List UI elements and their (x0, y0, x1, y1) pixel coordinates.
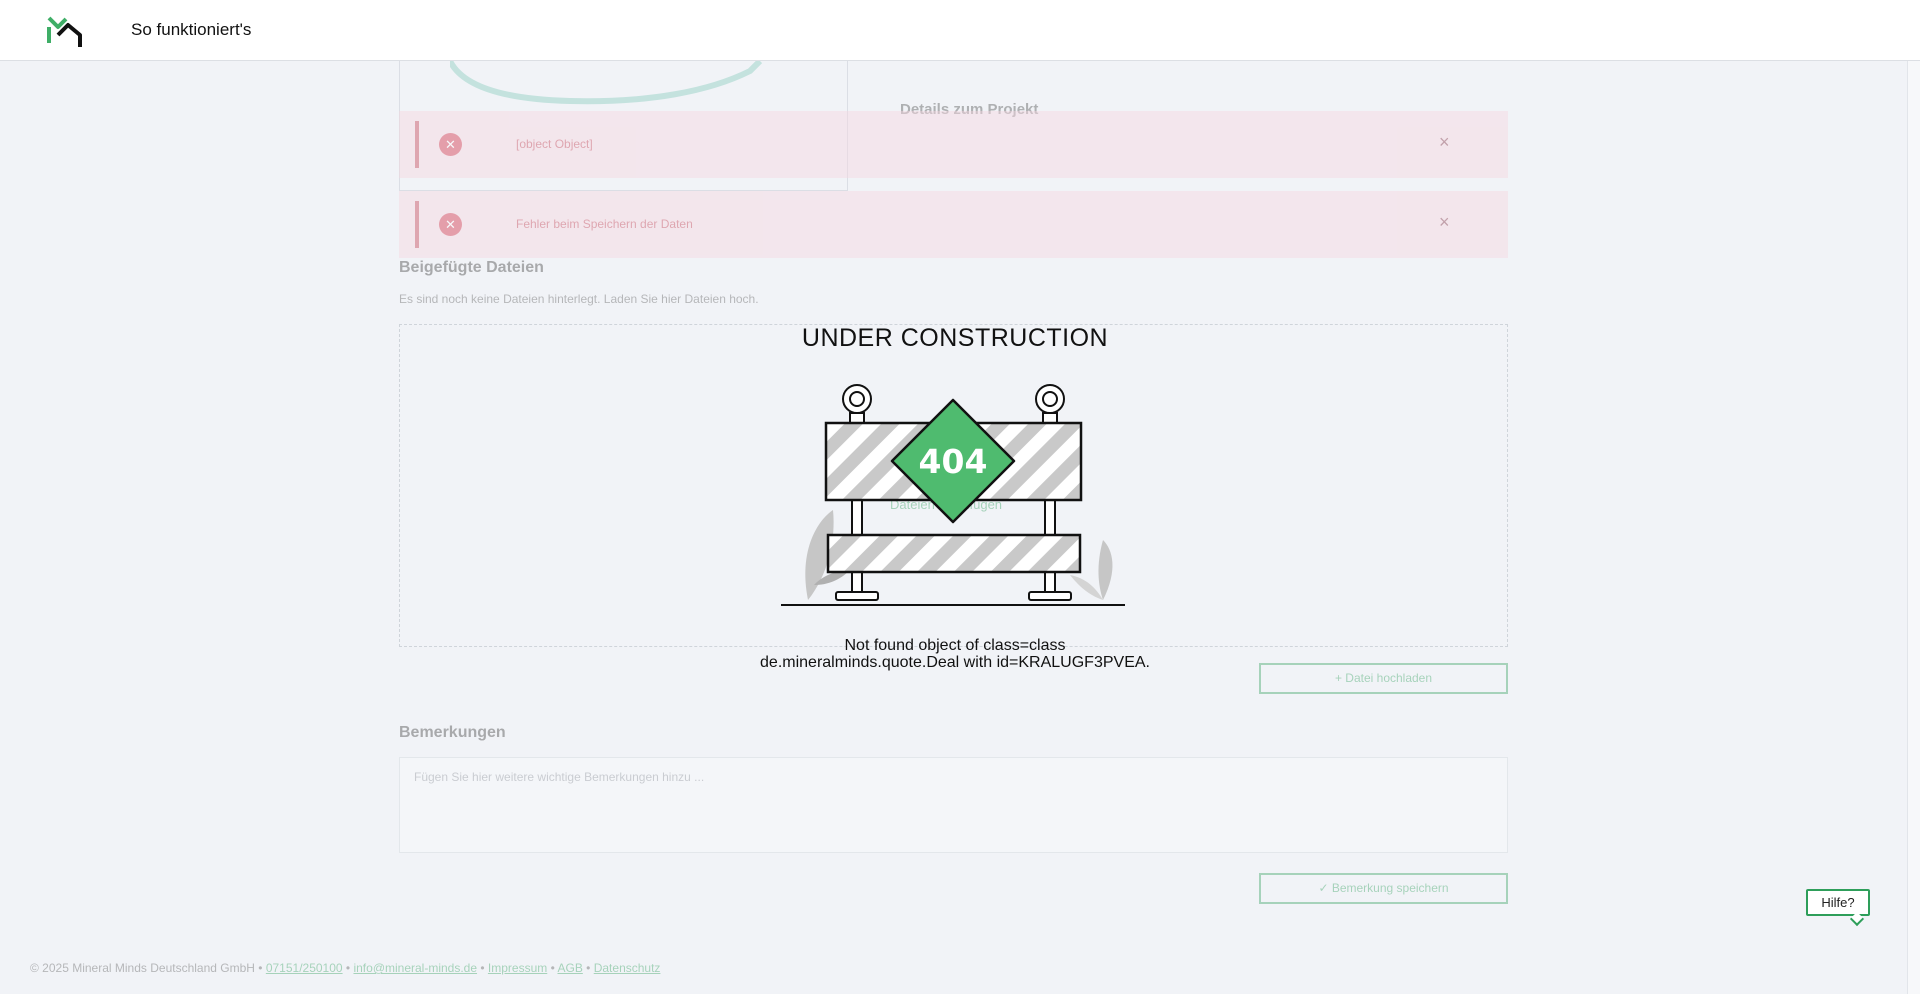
footer-agb-link[interactable]: AGB (557, 961, 582, 975)
footer: © 2025 Mineral Minds Deutschland GmbH • … (30, 961, 660, 975)
error-icon: ✕ (439, 213, 462, 236)
remarks-box (399, 757, 1508, 853)
remarks-title: Bemerkungen (399, 724, 506, 741)
footer-copyright: © 2025 Mineral Minds Deutschland GmbH • (30, 961, 263, 975)
error-message: [object Object] (516, 137, 593, 151)
footer-phone-link[interactable]: 07151/250100 (266, 961, 343, 975)
upload-file-button[interactable]: + Datei hochladen (1259, 663, 1508, 694)
close-icon[interactable]: × (1439, 212, 1450, 233)
barrier-404-illustration: 404 (781, 384, 1125, 606)
error-message: Fehler beim Speichern der Daten (516, 217, 693, 231)
top-header: So funktioniert's (0, 0, 1920, 61)
remarks-textarea[interactable] (400, 758, 1507, 852)
under-construction-title: UNDER CONSTRUCTION (801, 324, 1109, 352)
save-remark-button[interactable]: ✓ Bemerkung speichern (1259, 873, 1508, 904)
map-shape-graphic (450, 61, 763, 105)
mineral-minds-logo[interactable] (46, 13, 84, 49)
footer-separator: • (586, 961, 591, 975)
error-accent-bar (415, 121, 419, 168)
footer-impressum-link[interactable]: Impressum (488, 961, 547, 975)
error-accent-bar (415, 201, 419, 248)
footer-email-link[interactable]: info@mineral-minds.de (353, 961, 477, 975)
footer-datenschutz-link[interactable]: Datenschutz (594, 961, 661, 975)
error-code-404: 404 (919, 442, 988, 481)
help-button[interactable]: Hilfe? (1806, 889, 1870, 916)
close-icon[interactable]: × (1439, 132, 1450, 153)
attachments-subtitle: Es sind noch keine Dateien hinterlegt. L… (399, 292, 759, 306)
nav-how-it-works[interactable]: So funktioniert's (131, 20, 251, 40)
error-icon: ✕ (439, 133, 462, 156)
error-toast: ✕ [object Object] × (399, 111, 1508, 178)
not-found-message-line2: de.mineralminds.quote.Deal with id=KRALU… (760, 654, 1150, 671)
not-found-message-line1: Not found object of class=class (844, 637, 1066, 654)
footer-separator: • (480, 961, 485, 975)
attachments-title: Beigefügte Dateien (399, 259, 544, 276)
footer-separator: • (550, 961, 555, 975)
error-toast: ✕ Fehler beim Speichern der Daten × (399, 191, 1508, 258)
scrollbar[interactable] (1907, 61, 1920, 994)
not-found-message: Not found object of class=class de.miner… (700, 637, 1210, 671)
footer-separator: • (345, 961, 351, 975)
